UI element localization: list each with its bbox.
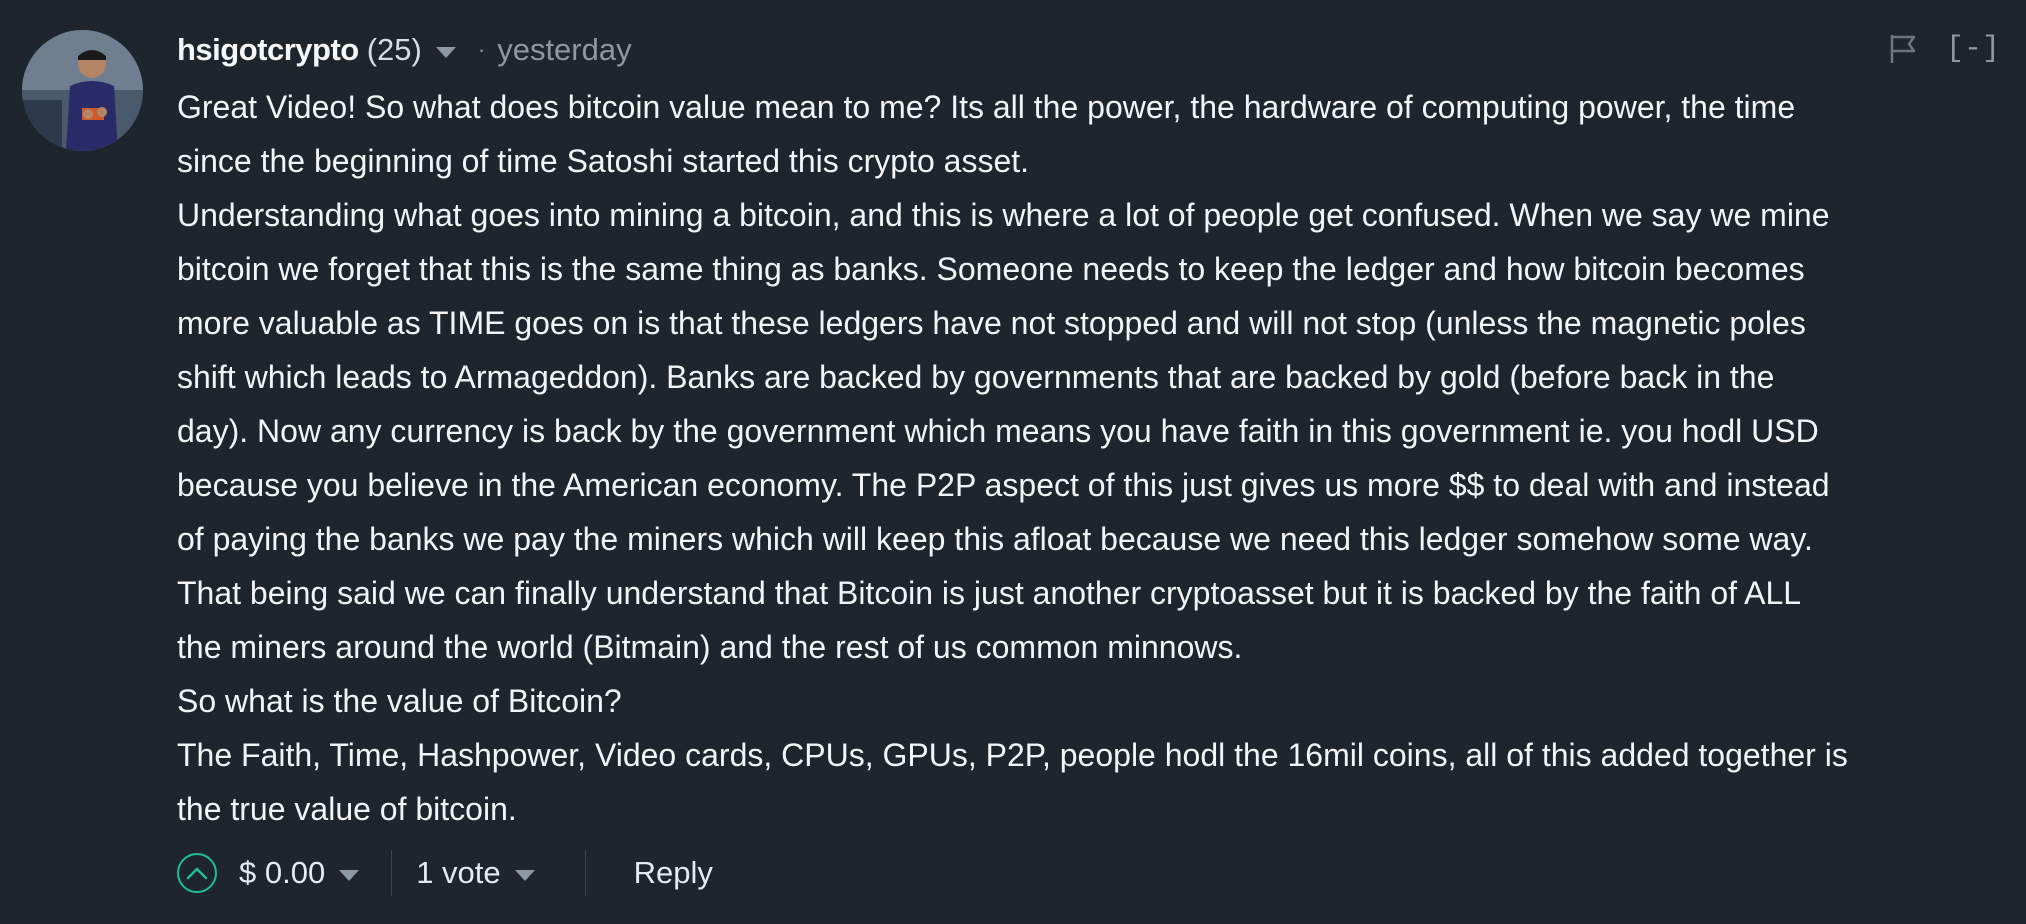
body-line: of paying the banks we pay the miners wh… [177, 521, 1813, 557]
separator-dot: · [477, 37, 486, 62]
avatar-image [22, 30, 143, 151]
author-name[interactable]: hsigotcrypto [177, 32, 359, 68]
vote-count: 1 vote [416, 855, 501, 890]
avatar[interactable] [22, 30, 143, 151]
author-reputation: (25) [366, 32, 422, 67]
flag-icon[interactable] [1888, 33, 1918, 65]
comment: hsigotcrypto (25) · yesterday [-] Great … [0, 0, 2026, 924]
payout-dropdown[interactable]: $ 0.00 [239, 855, 360, 891]
body-line: Great Video! So what does bitcoin value … [177, 89, 1796, 125]
body-line: shift which leads to Armageddon). Banks … [177, 359, 1775, 395]
comment-footer: $ 0.00 1 vote Reply [177, 848, 713, 898]
upvote-button[interactable] [177, 853, 217, 893]
body-line: since the beginning of time Satoshi star… [177, 143, 1030, 179]
collapse-toggle[interactable]: [-] [1946, 32, 2000, 66]
comment-body: Great Video! So what does bitcoin value … [177, 80, 2012, 836]
reply-button[interactable]: Reply [634, 855, 713, 891]
body-line: bitcoin we forget that this is the same … [177, 251, 1805, 287]
timestamp[interactable]: yesterday [497, 32, 631, 68]
comment-actions-top: [-] [1888, 32, 2000, 66]
body-line: Understanding what goes into mining a bi… [177, 197, 1830, 233]
body-line: more valuable as TIME goes on is that th… [177, 305, 1806, 341]
body-line: The Faith, Time, Hashpower, Video cards,… [177, 737, 1848, 773]
footer-divider [391, 850, 393, 896]
author-menu-caret-icon[interactable] [435, 46, 456, 58]
chevron-up-icon [186, 867, 208, 880]
body-line: So what is the value of Bitcoin? [177, 683, 622, 719]
footer-divider [584, 850, 586, 896]
payout-value: $ 0.00 [239, 855, 326, 890]
votes-dropdown[interactable]: 1 vote [416, 855, 535, 891]
body-line: because you believe in the American econ… [177, 467, 1830, 503]
body-line: day). Now any currency is back by the go… [177, 413, 1819, 449]
body-line: the true value of bitcoin. [177, 791, 517, 827]
caret-down-icon [514, 869, 535, 881]
body-line: That being said we can finally understan… [177, 575, 1802, 611]
caret-down-icon [339, 869, 360, 881]
comment-header: hsigotcrypto (25) · yesterday [177, 28, 632, 72]
body-line: the miners around the world (Bitmain) an… [177, 629, 1243, 665]
